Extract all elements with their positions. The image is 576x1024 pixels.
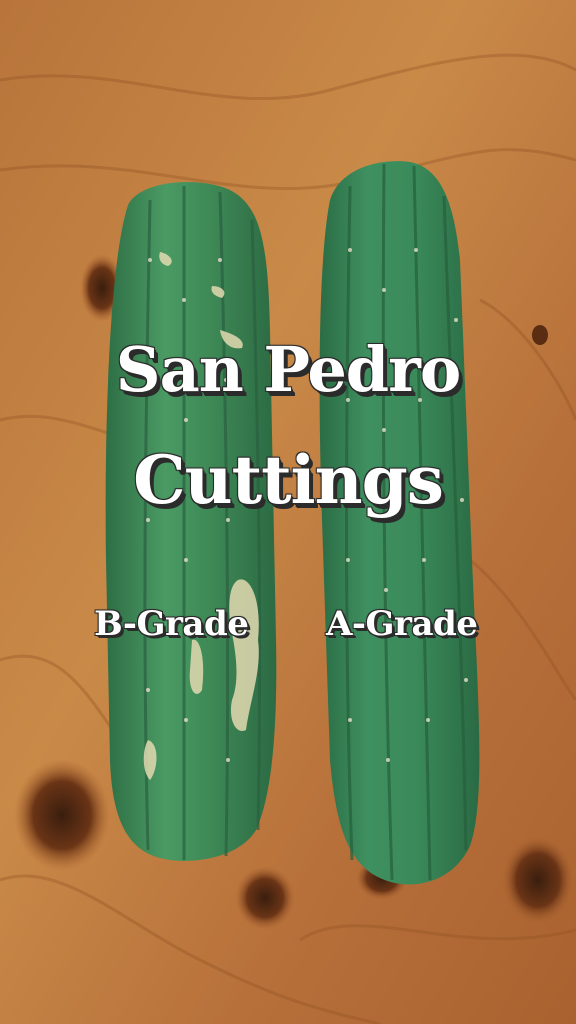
b-grade-label: B-Grade [94, 604, 249, 644]
wood-knot [502, 836, 574, 924]
title-line-2: Cuttings [133, 441, 444, 519]
a-grade-label: A-Grade [326, 604, 478, 644]
wood-knot [14, 759, 110, 871]
cactus-right [319, 161, 480, 885]
title-line-1: San Pedro [115, 333, 461, 406]
wood-knot [235, 866, 295, 930]
